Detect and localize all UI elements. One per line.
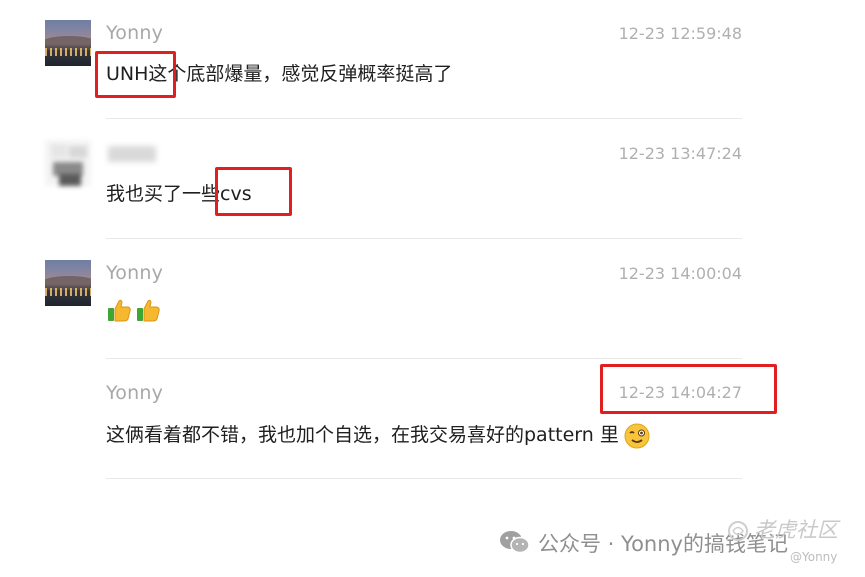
wink-face-icon: [624, 423, 650, 448]
timestamp: 12-23 14:00:04: [618, 264, 742, 283]
timestamp: 12-23 12:59:48: [618, 24, 742, 43]
community-watermark: 老虎社区: [726, 514, 838, 544]
community-handle: @Yonny: [790, 550, 838, 564]
divider: [106, 118, 742, 119]
chat-thread: Yonny 12-23 12:59:48 UNH这个底部爆量，感觉反弹概率挺高了…: [0, 0, 865, 577]
divider: [106, 478, 742, 479]
message-text: 我也买了一些cvs: [106, 183, 252, 205]
timestamp: 12-23 13:47:24: [618, 144, 742, 163]
username[interactable]: Yonny: [106, 262, 163, 284]
avatar[interactable]: [45, 260, 91, 306]
avatar[interactable]: [45, 20, 91, 66]
message-text: 这俩看着都不错，我也加个自选，在我交易喜好的pattern 里: [106, 424, 619, 446]
username[interactable]: Yonny: [106, 22, 163, 44]
avatar[interactable]: [45, 140, 91, 186]
wechat-icon: [500, 531, 530, 554]
timestamp: 12-23 14:04:27: [618, 383, 742, 402]
thumbs-up-icon: [137, 299, 160, 322]
username-redacted: [108, 146, 156, 162]
message-text: UNH这个底部爆量，感觉反弹概率挺高了: [106, 63, 453, 85]
username[interactable]: Yonny: [106, 382, 163, 404]
thumbs-up-icon: [108, 299, 131, 322]
message-text-row: 这俩看着都不错，我也加个自选，在我交易喜好的pattern 里: [106, 420, 651, 450]
message-emoji-row: [106, 297, 164, 323]
divider: [106, 358, 742, 359]
tiger-community-logo-icon: [728, 521, 748, 541]
divider: [106, 238, 742, 239]
community-name: 老虎社区: [754, 518, 838, 542]
